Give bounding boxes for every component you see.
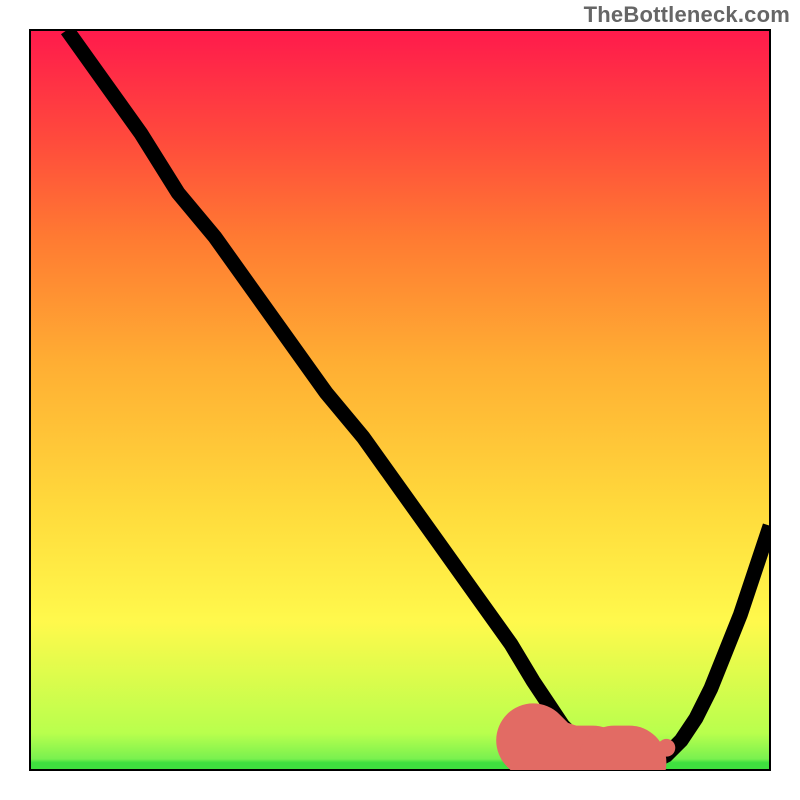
chart-container: TheBottleneck.com — [0, 0, 800, 800]
plot-area — [30, 30, 770, 770]
curve-layer — [30, 30, 770, 770]
highlight-dot — [658, 739, 676, 757]
bottleneck-curve — [67, 30, 770, 763]
watermark-text: TheBottleneck.com — [584, 2, 790, 28]
